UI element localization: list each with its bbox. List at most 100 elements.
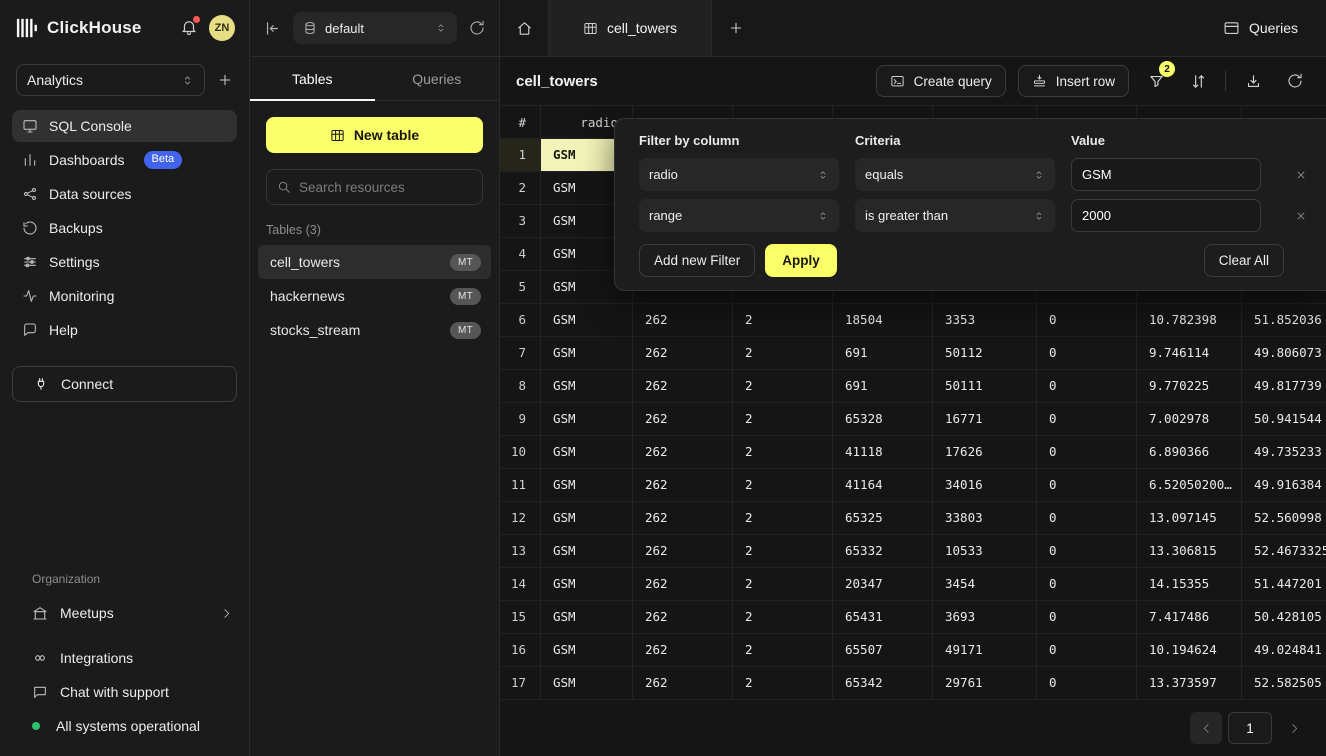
filter-value-input[interactable] — [1071, 158, 1261, 191]
table-cell[interactable]: 7.417486 — [1137, 601, 1242, 633]
table-cell[interactable]: 262 — [633, 634, 733, 666]
page-number[interactable]: 1 — [1228, 712, 1272, 744]
table-cell[interactable]: 3353 — [933, 304, 1037, 336]
table-cell[interactable]: 2 — [733, 436, 833, 468]
table-cell[interactable]: GSM — [541, 502, 633, 534]
table-cell[interactable]: 2 — [733, 535, 833, 567]
table-cell[interactable]: GSM — [541, 304, 633, 336]
table-cell[interactable]: 65328 — [833, 403, 933, 435]
integrations-link[interactable]: Integrations — [32, 644, 233, 672]
table-cell[interactable]: 262 — [633, 535, 733, 567]
table-cell[interactable]: GSM — [541, 601, 633, 633]
table-cell[interactable]: 9.746114 — [1137, 337, 1242, 369]
table-cell[interactable]: 0 — [1037, 568, 1137, 600]
table-cell[interactable]: 13.097145 — [1137, 502, 1242, 534]
queries-button[interactable]: Queries — [1223, 20, 1298, 37]
table-cell[interactable]: 50112 — [933, 337, 1037, 369]
filter-criteria-select[interactable]: equals — [855, 158, 1055, 191]
table-cell[interactable]: 65342 — [833, 667, 933, 699]
table-cell[interactable]: 33803 — [933, 502, 1037, 534]
table-cell[interactable]: GSM — [541, 436, 633, 468]
table-item-cell-towers[interactable]: cell_towers MT — [258, 245, 491, 279]
table-cell[interactable]: 16771 — [933, 403, 1037, 435]
table-cell[interactable]: 0 — [1037, 337, 1137, 369]
table-cell[interactable]: 0 — [1037, 370, 1137, 402]
sidebar-item-dashboards[interactable]: Dashboards Beta — [12, 144, 237, 176]
chat-support-link[interactable]: Chat with support — [32, 678, 233, 706]
table-cell[interactable]: 41164 — [833, 469, 933, 501]
table-row[interactable]: 15 GSM 262 2 65431 3693 0 7.417486 50.42… — [500, 601, 1326, 634]
table-cell[interactable]: GSM — [541, 535, 633, 567]
search-input[interactable] — [299, 180, 472, 195]
table-cell[interactable]: 0 — [1037, 667, 1137, 699]
table-cell[interactable]: 2 — [733, 403, 833, 435]
collapse-sidebar-icon[interactable] — [264, 20, 281, 37]
table-cell[interactable]: 13.373597 — [1137, 667, 1242, 699]
table-cell[interactable]: 49.735233 — [1242, 436, 1326, 468]
sidebar-item-data-sources[interactable]: Data sources — [12, 178, 237, 210]
tab-queries[interactable]: Queries — [375, 57, 500, 100]
table-cell[interactable]: GSM — [541, 469, 633, 501]
system-status-link[interactable]: All systems operational — [32, 712, 233, 740]
table-cell[interactable]: 52.560998 — [1242, 502, 1326, 534]
create-query-button[interactable]: Create query — [876, 65, 1006, 97]
sidebar-item-help[interactable]: Help — [12, 314, 237, 346]
table-cell[interactable]: 262 — [633, 601, 733, 633]
filter-button[interactable]: 2 — [1141, 66, 1171, 96]
table-cell[interactable]: 3454 — [933, 568, 1037, 600]
workspace-selector[interactable]: Analytics — [16, 64, 205, 96]
add-filter-button[interactable]: Add new Filter — [639, 244, 755, 277]
home-tab[interactable] — [500, 0, 548, 56]
sidebar-item-backups[interactable]: Backups — [12, 212, 237, 244]
table-cell[interactable]: 65507 — [833, 634, 933, 666]
table-cell[interactable]: 2 — [733, 601, 833, 633]
table-cell[interactable]: 0 — [1037, 469, 1137, 501]
table-cell[interactable]: 50.941544 — [1242, 403, 1326, 435]
refresh-table-button[interactable] — [1280, 66, 1310, 96]
sidebar-item-meetups[interactable]: Meetups — [0, 596, 249, 630]
table-row[interactable]: 7 GSM 262 2 691 50112 0 9.746114 49.8060… — [500, 337, 1326, 370]
table-cell[interactable]: GSM — [541, 568, 633, 600]
table-cell[interactable]: 262 — [633, 568, 733, 600]
table-cell[interactable]: 50.428105 — [1242, 601, 1326, 633]
table-cell[interactable]: 50111 — [933, 370, 1037, 402]
table-row[interactable]: 16 GSM 262 2 65507 49171 0 10.194624 49.… — [500, 634, 1326, 667]
table-cell[interactable]: 52.582505 — [1242, 667, 1326, 699]
table-cell[interactable]: 65431 — [833, 601, 933, 633]
table-cell[interactable]: GSM — [541, 337, 633, 369]
table-cell[interactable]: 34016 — [933, 469, 1037, 501]
table-cell[interactable]: GSM — [541, 403, 633, 435]
table-cell[interactable]: 65332 — [833, 535, 933, 567]
apply-button[interactable]: Apply — [765, 244, 837, 277]
table-cell[interactable]: 51.447201 — [1242, 568, 1326, 600]
table-cell[interactable]: 7.002978 — [1137, 403, 1242, 435]
connect-button[interactable]: Connect — [12, 366, 237, 402]
filter-value-input[interactable] — [1071, 199, 1261, 232]
table-cell[interactable]: 0 — [1037, 304, 1137, 336]
table-cell[interactable]: 13.306815 — [1137, 535, 1242, 567]
table-cell[interactable]: 262 — [633, 337, 733, 369]
table-cell[interactable]: 20347 — [833, 568, 933, 600]
table-cell[interactable]: 262 — [633, 403, 733, 435]
table-cell[interactable]: 29761 — [933, 667, 1037, 699]
table-cell[interactable]: 3693 — [933, 601, 1037, 633]
table-cell[interactable]: 2 — [733, 667, 833, 699]
filter-column-select[interactable]: range — [639, 199, 839, 232]
sidebar-item-sql-console[interactable]: SQL Console — [12, 110, 237, 142]
sidebar-item-settings[interactable]: Settings — [12, 246, 237, 278]
table-cell[interactable]: 262 — [633, 502, 733, 534]
table-row[interactable]: 6 GSM 262 2 18504 3353 0 10.782398 51.85… — [500, 304, 1326, 337]
table-cell[interactable]: 262 — [633, 436, 733, 468]
table-cell[interactable]: 17626 — [933, 436, 1037, 468]
table-cell[interactable]: 41118 — [833, 436, 933, 468]
refresh-icon[interactable] — [469, 20, 485, 36]
table-cell[interactable]: 0 — [1037, 502, 1137, 534]
table-row[interactable]: 8 GSM 262 2 691 50111 0 9.770225 49.8177… — [500, 370, 1326, 403]
new-table-button[interactable]: New table — [266, 117, 483, 153]
remove-filter-button[interactable] — [1291, 206, 1311, 226]
table-cell[interactable]: 0 — [1037, 601, 1137, 633]
table-cell[interactable]: 49.916384 — [1242, 469, 1326, 501]
table-row[interactable]: 13 GSM 262 2 65332 10533 0 13.306815 52.… — [500, 535, 1326, 568]
table-cell[interactable]: 2 — [733, 502, 833, 534]
table-cell[interactable]: 6.52050200… — [1137, 469, 1242, 501]
